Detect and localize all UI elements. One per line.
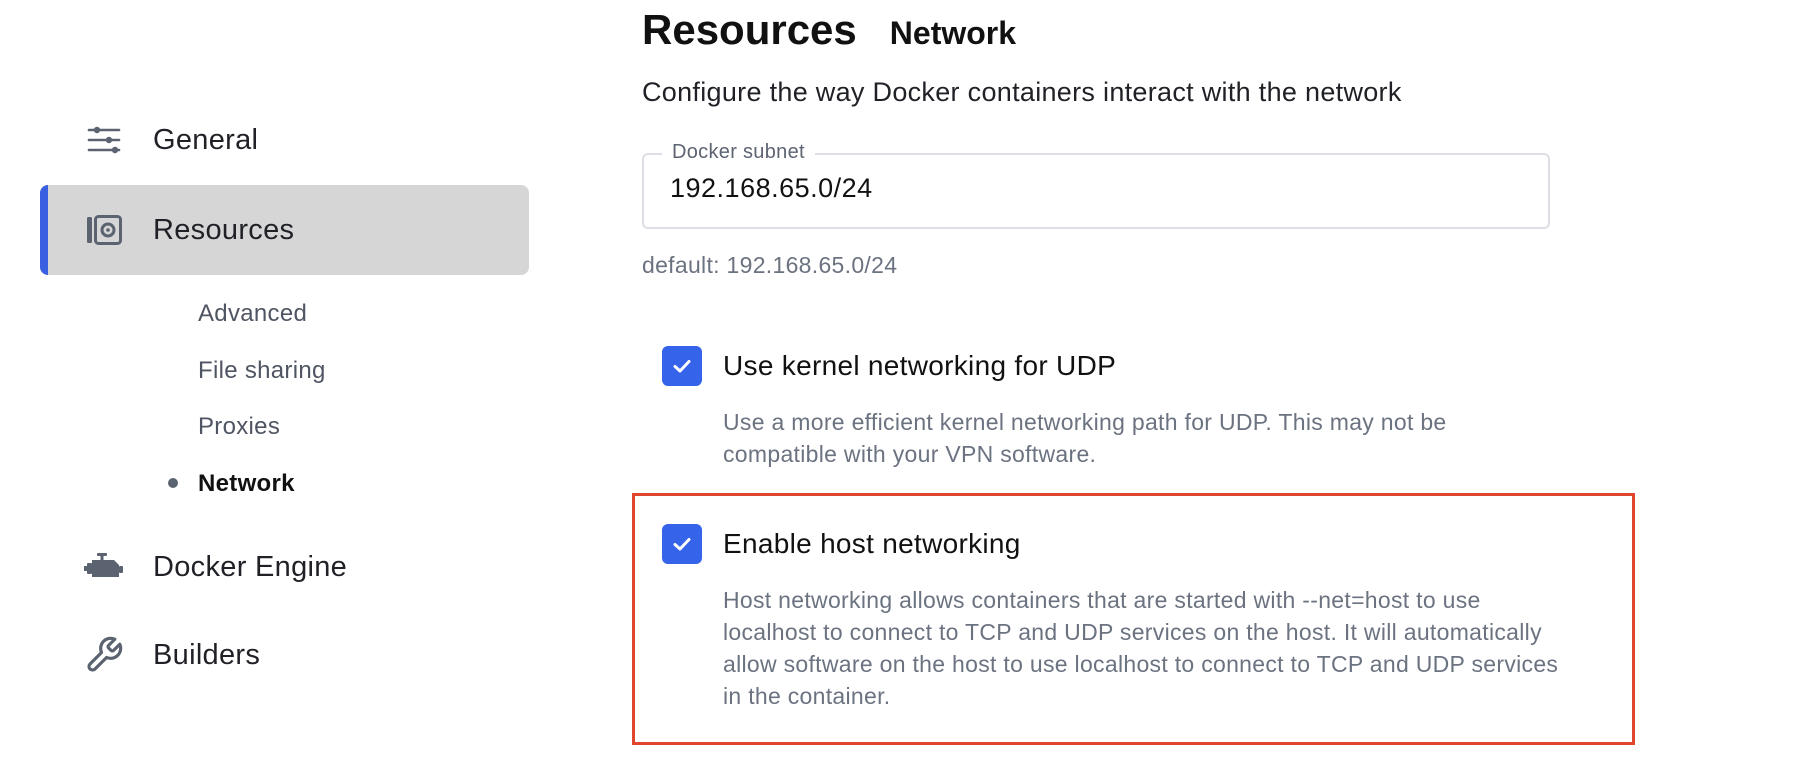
- page-subtitle: Network: [889, 15, 1017, 51]
- page-title: Resources: [642, 6, 857, 53]
- sliders-icon: [84, 120, 124, 160]
- sidebar-subitem-proxies[interactable]: Proxies: [198, 413, 280, 441]
- highlight-annotation: [632, 493, 1635, 745]
- kernel-networking-udp-label[interactable]: Use kernel networking for UDP: [723, 350, 1116, 382]
- sidebar-item-builders[interactable]: Builders: [40, 610, 529, 700]
- sidebar-item-label: Builders: [153, 638, 261, 671]
- page-heading: Resources Network: [642, 6, 1016, 54]
- sidebar-subitem-file-sharing[interactable]: File sharing: [198, 357, 326, 385]
- wrench-icon: [84, 635, 124, 675]
- sidebar-item-label: General: [153, 123, 259, 156]
- engine-icon: [84, 547, 124, 587]
- kernel-networking-udp-checkbox[interactable]: [662, 346, 702, 386]
- sidebar-item-resources[interactable]: Resources: [40, 185, 529, 275]
- resources-icon: [84, 210, 124, 250]
- sidebar-subitem-network[interactable]: Network: [198, 470, 295, 498]
- checkmark-icon: [673, 360, 691, 373]
- docker-subnet-default: default: 192.168.65.0/24: [642, 252, 898, 278]
- sidebar-item-label: Resources: [153, 213, 295, 246]
- docker-subnet-input[interactable]: [670, 173, 1530, 204]
- sidebar-item-general[interactable]: General: [40, 95, 529, 185]
- sidebar: General Resources Advanced File sharing …: [0, 0, 560, 760]
- sidebar-item-docker-engine[interactable]: Docker Engine: [40, 522, 529, 612]
- page-description: Configure the way Docker containers inte…: [642, 77, 1402, 107]
- sidebar-item-label: Docker Engine: [153, 550, 348, 583]
- sidebar-subitem-advanced[interactable]: Advanced: [198, 300, 307, 328]
- active-bullet-icon: [168, 478, 178, 488]
- kernel-networking-udp-description: Use a more efficient kernel networking p…: [723, 409, 1447, 467]
- docker-subnet-label: Docker subnet: [662, 141, 815, 164]
- docker-subnet-field[interactable]: Docker subnet: [642, 141, 1550, 229]
